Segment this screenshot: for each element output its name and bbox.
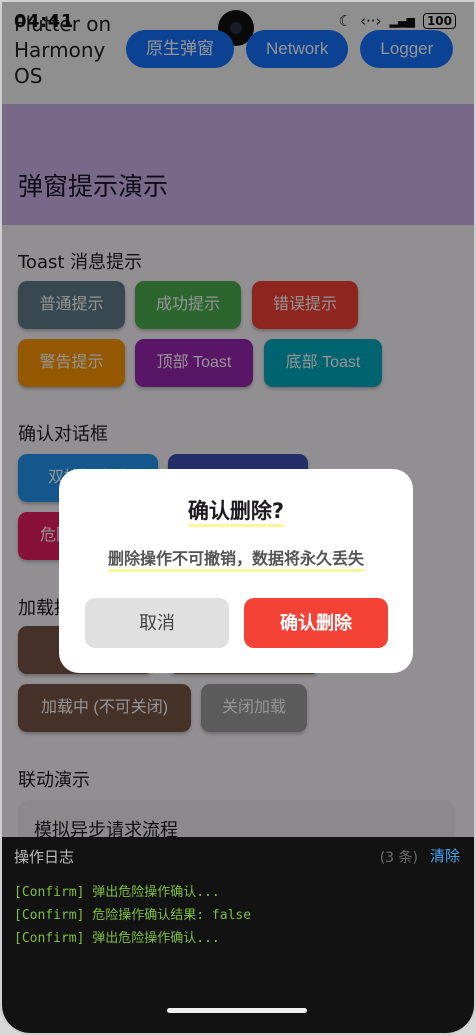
clear-log-button[interactable]: 清除 — [430, 845, 460, 866]
dialog-title-text: 确认删除? — [187, 499, 285, 527]
confirm-delete-button[interactable]: 确认删除 — [244, 598, 388, 648]
log-line: [Confirm] 危险操作确认结果: false — [14, 908, 252, 923]
home-indicator[interactable] — [167, 1008, 307, 1013]
dialog-message: 删除操作不可撤销，数据将永久丢失 — [59, 545, 413, 572]
log-line: [Confirm] 弹出危险操作确认... — [14, 931, 220, 946]
log-line: [Confirm] 弹出危险操作确认... — [14, 885, 220, 900]
dialog-message-text: 删除操作不可撤销，数据将永久丢失 — [107, 549, 364, 572]
confirm-delete-dialog: 确认删除? 删除操作不可撤销，数据将永久丢失 取消 确认删除 — [59, 469, 413, 673]
modal-scrim[interactable] — [2, 2, 474, 837]
dialog-title: 确认删除? — [59, 495, 413, 527]
cancel-button[interactable]: 取消 — [85, 598, 229, 648]
device-frame: Flutter on Harmony OS 04:41 ☾ ‹··› ▂▄▆ 1… — [0, 0, 476, 1035]
operation-log-panel: 操作日志 (3 条) 清除 [Confirm] 弹出危险操作确认... [Con… — [2, 837, 474, 1033]
log-count: (3 条) — [379, 850, 418, 866]
log-title: 操作日志 — [14, 848, 75, 866]
